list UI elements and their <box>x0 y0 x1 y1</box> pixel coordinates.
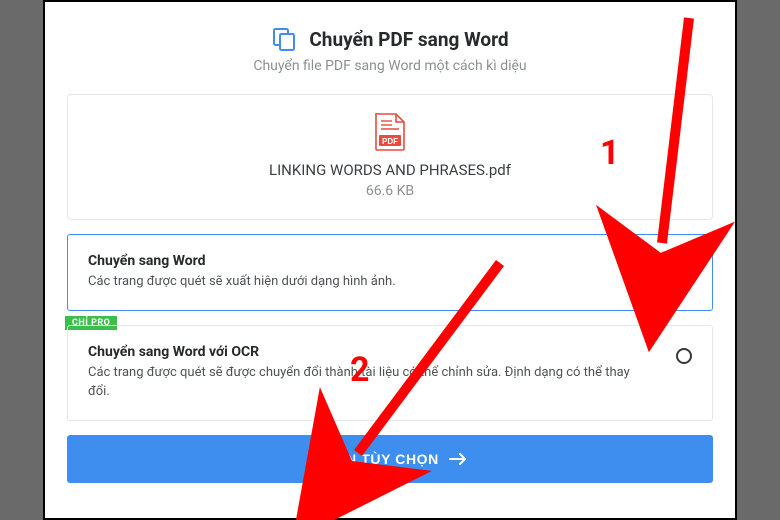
pdf-file-icon: PDF <box>374 113 406 151</box>
action-button-label: CHỌN TÙY CHỌN <box>313 451 439 467</box>
pdf-to-word-icon <box>271 26 297 52</box>
option-description: Các trang được quét sẽ được chuyển đổi t… <box>88 364 652 402</box>
option-convert-to-word[interactable]: Chuyển sang Word Các trang được quét sẽ … <box>67 234 713 311</box>
option-title: Chuyển sang Word <box>88 253 652 269</box>
option-title: Chuyển sang Word với OCR <box>88 344 652 360</box>
arrow-right-icon <box>449 453 467 465</box>
choose-option-button[interactable]: CHỌN TÙY CHỌN <box>67 435 713 483</box>
dialog-frame: Chuyển PDF sang Word Chuyển file PDF san… <box>43 0 737 520</box>
dialog-title: Chuyển PDF sang Word <box>309 28 508 51</box>
file-name: LINKING WORDS AND PHRASES.pdf <box>68 161 712 179</box>
radio-unselected[interactable] <box>676 348 692 364</box>
option-ocr-wrapper: CHỈ PRO Chuyển sang Word với OCR Các tra… <box>67 325 713 421</box>
option-convert-to-word-ocr[interactable]: Chuyển sang Word với OCR Các trang được … <box>67 325 713 421</box>
header-title-row: Chuyển PDF sang Word <box>67 26 713 52</box>
file-size: 66.6 KB <box>68 183 712 199</box>
file-info-box: PDF LINKING WORDS AND PHRASES.pdf 66.6 K… <box>67 94 713 220</box>
radio-selected[interactable] <box>676 257 692 273</box>
option-description: Các trang được quét sẽ xuất hiện dưới dạ… <box>88 273 652 292</box>
pdf-badge-text: PDF <box>382 137 398 146</box>
dialog-subtitle: Chuyển file PDF sang Word một cách kì di… <box>67 58 713 74</box>
dialog-header: Chuyển PDF sang Word Chuyển file PDF san… <box>67 26 713 74</box>
